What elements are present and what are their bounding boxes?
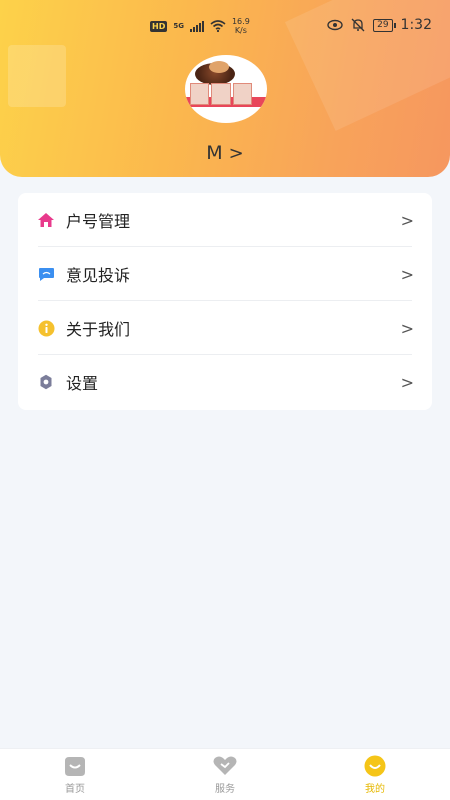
menu-item-about-us[interactable]: 关于我们 > xyxy=(18,301,432,355)
chevron-right-icon: > xyxy=(400,264,414,284)
chat-icon xyxy=(37,265,55,283)
menu-item-label: 户号管理 xyxy=(66,212,131,231)
gear-icon xyxy=(37,373,55,391)
profile-header: HD 5G 16.9 K/s 29 1:32 M > xyxy=(0,0,450,177)
mute-bell-icon xyxy=(351,18,365,32)
menu-item-label: 设置 xyxy=(66,374,99,393)
clock: 1:32 xyxy=(400,17,432,33)
speed-unit: K/s xyxy=(234,26,247,35)
menu-card: 户号管理 > 意见投诉 > 关于我们 > 设置 > xyxy=(18,193,432,410)
wifi-icon xyxy=(210,20,226,32)
menu-item-settings[interactable]: 设置 > xyxy=(18,355,432,409)
menu-item-account-management[interactable]: 户号管理 > xyxy=(18,193,432,247)
username-link[interactable]: M > xyxy=(0,142,450,164)
menu-item-label: 意见投诉 xyxy=(66,266,131,285)
network-type: 5G xyxy=(173,21,184,30)
heart-icon xyxy=(213,756,237,775)
avatar-image-part xyxy=(190,83,252,105)
avatar-image-part xyxy=(209,61,229,73)
network-speed: 16.9 K/s xyxy=(232,17,250,35)
tab-home[interactable]: 首页 xyxy=(35,755,115,795)
chevron-right-icon: > xyxy=(400,372,414,392)
tab-label: 首页 xyxy=(65,784,85,795)
signal-icon xyxy=(189,20,204,32)
battery-icon: 29 xyxy=(373,18,397,32)
menu-item-label: 关于我们 xyxy=(66,320,131,339)
bottom-tab-bar: 首页 服务 我的 xyxy=(0,748,450,800)
hd-badge: HD xyxy=(150,20,168,32)
chevron-right-icon: > xyxy=(400,210,414,230)
home-tab-icon xyxy=(65,757,85,776)
tab-label: 我的 xyxy=(365,784,385,795)
tab-label: 服务 xyxy=(215,784,235,795)
speed-value: 16.9 xyxy=(231,17,250,26)
tab-mine[interactable]: 我的 xyxy=(335,755,415,795)
menu-item-feedback[interactable]: 意见投诉 > xyxy=(18,247,432,301)
avatar[interactable] xyxy=(185,55,267,123)
header-decoration xyxy=(8,45,66,107)
username: M xyxy=(206,142,223,164)
chevron-right-icon: > xyxy=(228,142,244,164)
status-bar: HD 5G 16.9 K/s 29 1:32 xyxy=(0,14,450,40)
info-icon xyxy=(37,319,55,337)
eye-icon xyxy=(327,19,343,31)
smile-icon xyxy=(364,755,386,777)
chevron-right-icon: > xyxy=(400,318,414,338)
tab-services[interactable]: 服务 xyxy=(185,755,265,795)
home-icon xyxy=(37,211,55,229)
